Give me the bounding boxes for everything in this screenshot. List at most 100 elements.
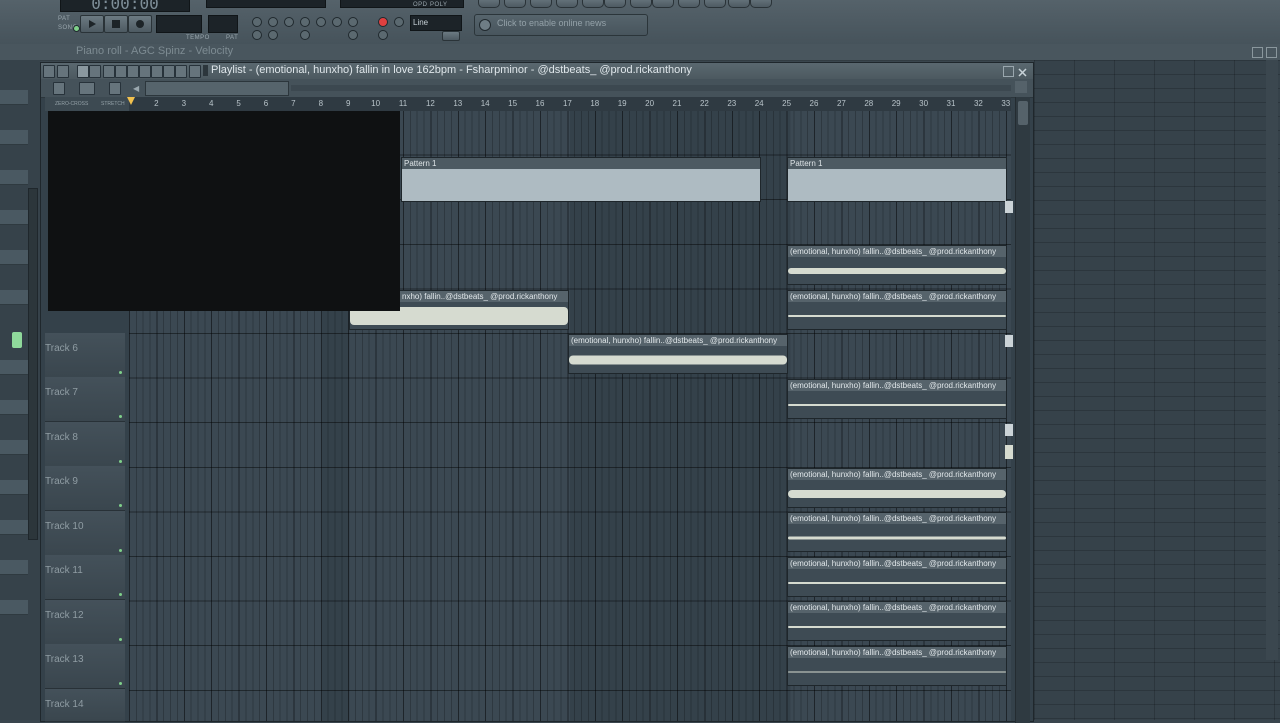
track-led[interactable] [119, 682, 122, 685]
zero-cross-toggle[interactable]: ZERO-CROSS [55, 101, 88, 107]
audio-clip[interactable]: (emotional, hunxho) fallin..@dstbeats_ @… [787, 557, 1007, 597]
track-header[interactable]: Track 14 [45, 689, 125, 722]
delete-tool-icon[interactable] [103, 65, 115, 78]
track-led[interactable] [119, 638, 122, 641]
countdown-toggle[interactable] [284, 17, 294, 27]
toolbar-button-10[interactable] [704, 0, 726, 8]
horizontal-scrollbar[interactable] [145, 81, 289, 96]
track-header[interactable]: Track 11 [45, 555, 125, 600]
metronome-toggle[interactable] [252, 17, 262, 27]
snap-select[interactable]: Line [410, 15, 462, 31]
multilink-toggle[interactable] [252, 30, 262, 40]
track-header[interactable]: Track 12 [45, 600, 125, 645]
pattern-display[interactable] [208, 15, 238, 33]
toolbar-button-5[interactable] [582, 0, 604, 8]
wait-toggle[interactable] [268, 17, 278, 27]
toolbar-button-11[interactable] [728, 0, 750, 8]
audio-clip[interactable]: (emotional, hunxho) fallin..@dstbeats_ @… [787, 512, 1007, 552]
loop-record-toggle[interactable] [332, 17, 342, 27]
audio-clip[interactable]: (emotional, hunxho) fallin..@dstbeats_ @… [787, 290, 1007, 330]
left-arrow-icon[interactable]: ◀ [133, 84, 139, 93]
track-led[interactable] [119, 460, 122, 463]
picker-icon[interactable] [53, 82, 65, 95]
zoom-tool-icon[interactable] [163, 65, 175, 78]
playback-tool-icon[interactable] [175, 65, 187, 78]
track-header[interactable]: Track 13 [45, 644, 125, 689]
snap-toggle[interactable] [348, 17, 358, 27]
piano-roll-close-icon[interactable] [1266, 47, 1277, 58]
toolbar-button-8[interactable] [652, 0, 674, 8]
slip-tool-icon[interactable] [127, 65, 139, 78]
horizontal-scroll-track[interactable] [291, 85, 1011, 91]
piano-roll-scrollbar-right[interactable] [1266, 60, 1278, 660]
snap-dropdown-button[interactable] [442, 31, 460, 41]
record-button[interactable] [128, 15, 152, 33]
playhead-marker-icon[interactable] [127, 97, 135, 105]
toolrow-right-icon[interactable] [1015, 81, 1027, 93]
audio-clip[interactable]: (emotional, hunxho) fallin..@dstbeats_ @… [568, 334, 788, 374]
piano-roll-scrollbar[interactable] [28, 188, 38, 540]
pencil-tool-icon[interactable] [77, 65, 89, 78]
close-icon[interactable] [1017, 65, 1028, 77]
time-display[interactable]: 0:00:00 [60, 0, 190, 12]
toolbar-button-6[interactable] [604, 0, 626, 8]
play-button[interactable] [80, 15, 104, 33]
tool-toggle-2[interactable] [268, 30, 278, 40]
scroll-thumb[interactable] [1018, 101, 1028, 125]
piano-roll-window-bar[interactable]: Piano roll - AGC Spinz - Velocity [0, 44, 1280, 61]
slice-tool-icon[interactable] [139, 65, 151, 78]
record-toggle[interactable] [378, 17, 388, 27]
track-header[interactable]: Track 10 [45, 511, 125, 556]
track-header[interactable]: Track 6 [45, 333, 125, 378]
tool-toggle-3[interactable] [300, 30, 310, 40]
audio-clip[interactable]: (emotional, hunxho) fallin..@dstbeats_ @… [787, 379, 1007, 419]
clip-edge[interactable] [1005, 424, 1013, 436]
maximize-icon[interactable] [1003, 66, 1014, 77]
track-header[interactable]: Track 9 [45, 466, 125, 511]
tool-toggle-5[interactable] [378, 30, 388, 40]
online-news-panel[interactable]: Click to enable online news [474, 14, 648, 36]
toolbar-button-7[interactable] [630, 0, 652, 8]
clip-edge[interactable] [1005, 201, 1013, 213]
step-edit-toggle[interactable] [300, 17, 310, 27]
toolbar-button-12[interactable] [750, 0, 772, 8]
vertical-scrollbar[interactable] [1015, 97, 1030, 723]
clip-edge[interactable] [1005, 335, 1013, 347]
pattern-clip[interactable]: Pattern 1 [401, 157, 761, 202]
snap-magnet-icon[interactable] [57, 65, 69, 78]
blend-toggle[interactable] [316, 17, 326, 27]
pattern-clip[interactable]: Pattern 1 [787, 157, 1007, 202]
pat-mode-label[interactable]: PAT [58, 16, 70, 22]
detach-icon[interactable] [189, 65, 201, 78]
audio-clip[interactable]: (emotional, hunxho) fallin..@dstbeats_ @… [787, 646, 1007, 686]
time-ruler[interactable]: 2 3 4 5 6 7 8 9 10 11 12 13 14 15 16 17 18 19 20 21 22 23 24 25… [129, 97, 1011, 112]
brush-tool-icon[interactable] [89, 65, 101, 78]
select-tool-icon[interactable] [151, 65, 163, 78]
audio-clip[interactable]: (emotional, hunxho) fallin..@dstbeats_ @… [787, 245, 1007, 285]
playlist-titlebar[interactable]: Playlist - (emotional, hunxho) fallin in… [41, 63, 1033, 80]
stretch-toggle[interactable]: STRETCH [101, 101, 125, 107]
track-led[interactable] [119, 504, 122, 507]
track-header[interactable]: Track 8 [45, 422, 125, 467]
tool-toggle-4[interactable] [348, 30, 358, 40]
clip-edge[interactable] [1005, 445, 1013, 459]
track-led[interactable] [119, 415, 122, 418]
piano-roll-maximize-icon[interactable] [1252, 47, 1263, 58]
stop-button[interactable] [104, 15, 128, 33]
wave-icon[interactable] [79, 82, 95, 95]
track-led[interactable] [119, 371, 122, 374]
toolbar-button-1[interactable] [478, 0, 500, 8]
menu-arrow-icon[interactable] [43, 65, 55, 78]
audio-clip[interactable]: (emotional, hunxho) fallin..@dstbeats_ @… [787, 601, 1007, 641]
song-mode-led[interactable] [73, 25, 80, 32]
track-header[interactable]: Track 7 [45, 377, 125, 422]
title-handle-icon[interactable] [203, 65, 208, 76]
track-led[interactable] [119, 593, 122, 596]
typing-keyboard-toggle[interactable] [394, 17, 404, 27]
track-led[interactable] [119, 549, 122, 552]
toolbar-button-3[interactable] [530, 0, 552, 8]
note-icon[interactable] [109, 82, 121, 95]
audio-clip[interactable]: (emotional, hunxho) fallin..@dstbeats_ @… [787, 468, 1007, 508]
toolbar-button-2[interactable] [504, 0, 526, 8]
toolbar-button-9[interactable] [678, 0, 700, 8]
